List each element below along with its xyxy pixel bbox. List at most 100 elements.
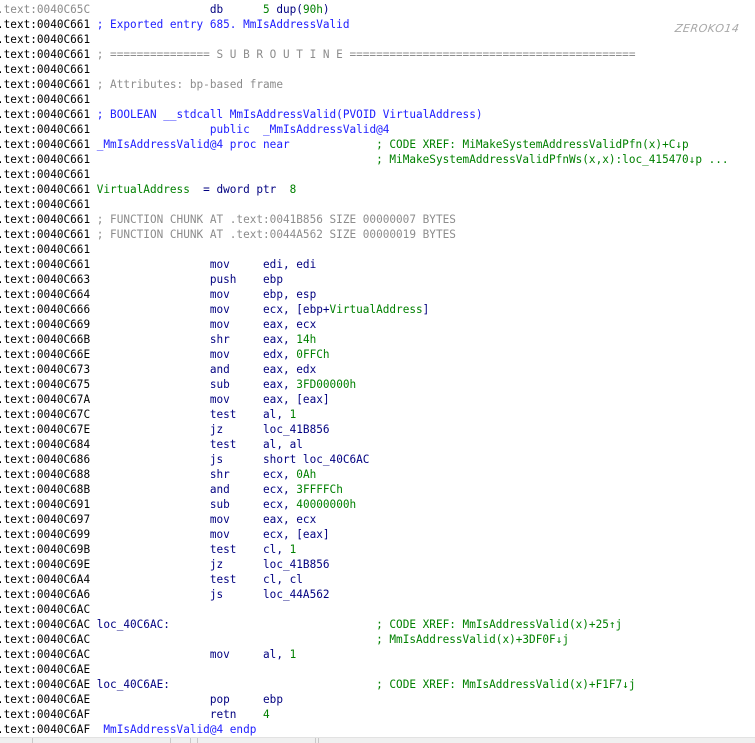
label[interactable]: VirtualAddress = dword ptr 8 (97, 182, 297, 197)
mnemonic[interactable]: js (210, 587, 223, 602)
operand[interactable]: ebp, esp (263, 287, 316, 302)
label-part[interactable]: ; FUNCTION CHUNK AT .text:0041B856 SIZE … (97, 213, 456, 226)
operand-part[interactable]: edi, edi (263, 258, 316, 271)
label-part[interactable]: ; =============== S U B R O U T I N E ==… (97, 48, 636, 61)
mnemonic[interactable]: test (210, 542, 237, 557)
label-part[interactable]: loc_40C6AC: (97, 618, 170, 631)
operand-part[interactable]: ecx, (263, 498, 296, 511)
operand-part[interactable]: short loc_40C6AC (263, 453, 369, 466)
operand-part[interactable]: _MmIsAddressValid@4 (263, 123, 389, 136)
operand[interactable]: ecx, 3FFFFCh (263, 482, 343, 497)
label-part[interactable]: ; BOOLEAN __stdcall MmIsAddressValid(PVO… (97, 108, 483, 121)
operand-part[interactable]: cl, (263, 543, 290, 556)
operand-part[interactable]: 0Ah (296, 468, 316, 481)
mnemonic[interactable]: mov (210, 347, 230, 362)
operand[interactable]: loc_41B856 (263, 557, 330, 572)
label-part[interactable]: _MmIsAddressValid@4 proc near (97, 138, 290, 151)
label[interactable]: ; FUNCTION CHUNK AT .text:0041B856 SIZE … (97, 212, 456, 227)
operand-part[interactable]: ecx, (263, 483, 296, 496)
mnemonic[interactable]: and (210, 482, 230, 497)
operand[interactable]: 4 (263, 707, 270, 722)
label-part[interactable]: ; Attributes: bp-based frame (97, 78, 283, 91)
operand-part[interactable]: dup( (270, 3, 303, 16)
operand-part[interactable]: 4 (263, 708, 270, 721)
operand[interactable]: ebp (263, 272, 283, 287)
operand[interactable]: 5 dup(90h) (263, 2, 330, 17)
label-part[interactable]: = dword ptr (190, 183, 290, 196)
operand[interactable]: _MmIsAddressValid@4 (263, 122, 389, 137)
mnemonic[interactable]: mov (210, 257, 230, 272)
operand[interactable]: loc_44A562 (263, 587, 330, 602)
mnemonic[interactable]: pop (210, 692, 230, 707)
operand[interactable]: edi, edi (263, 257, 316, 272)
operand-part[interactable]: eax, ecx (263, 318, 316, 331)
operand[interactable]: eax, ecx (263, 512, 316, 527)
operand-part[interactable]: cl, cl (263, 573, 303, 586)
operand-part[interactable]: 90h (303, 3, 323, 16)
operand-part[interactable]: 1 (290, 543, 297, 556)
operand[interactable]: al, al (263, 437, 303, 452)
label[interactable]: _MmIsAddressValid@4 proc near (97, 137, 290, 152)
operand-part[interactable]: eax, (263, 333, 296, 346)
mnemonic[interactable]: jz (210, 557, 223, 572)
mnemonic[interactable]: js (210, 452, 223, 467)
label-part[interactable]: MmIsAddressValid@4 endp (97, 723, 256, 736)
operand[interactable]: short loc_40C6AC (263, 452, 369, 467)
operand[interactable]: loc_41B856 (263, 422, 330, 437)
operand-part[interactable]: eax, edx (263, 363, 316, 376)
label-part[interactable]: ; FUNCTION CHUNK AT .text:0044A562 SIZE … (97, 228, 456, 241)
operand-part[interactable]: 1 (290, 648, 297, 661)
operand[interactable]: eax, 14h (263, 332, 316, 347)
mnemonic[interactable]: and (210, 362, 230, 377)
operand[interactable]: eax, ecx (263, 317, 316, 332)
mnemonic[interactable]: shr (210, 332, 230, 347)
operand-part[interactable]: eax, (263, 378, 296, 391)
mnemonic[interactable]: mov (210, 287, 230, 302)
label[interactable]: ; Exported entry 685. MmIsAddressValid (97, 17, 350, 32)
operand-part[interactable]: al, al (263, 438, 303, 451)
operand-part[interactable]: 3FFFFCh (296, 483, 343, 496)
operand-part[interactable]: ebp (263, 273, 283, 286)
operand-part[interactable]: ] (423, 303, 430, 316)
operand[interactable]: eax, edx (263, 362, 316, 377)
mnemonic[interactable]: test (210, 407, 237, 422)
operand[interactable]: ecx, 40000000h (263, 497, 356, 512)
operand[interactable]: eax, [eax] (263, 392, 330, 407)
operand-part[interactable]: ) (323, 3, 330, 16)
mnemonic[interactable]: mov (210, 392, 230, 407)
mnemonic[interactable]: shr (210, 467, 230, 482)
operand-part[interactable]: 3FD00000h (296, 378, 356, 391)
label[interactable]: loc_40C6AE: (97, 677, 170, 692)
operand[interactable]: al, 1 (263, 407, 296, 422)
label-part[interactable]: 8 (290, 183, 297, 196)
label[interactable]: ; =============== S U B R O U T I N E ==… (97, 47, 636, 62)
label[interactable]: ; Attributes: bp-based frame (97, 77, 283, 92)
operand[interactable]: eax, 3FD00000h (263, 377, 356, 392)
mnemonic[interactable]: test (210, 437, 237, 452)
label-part[interactable]: ; Exported entry 685. MmIsAddressValid (97, 18, 350, 31)
operand[interactable]: edx, 0FFCh (263, 347, 330, 362)
mnemonic[interactable]: retn (210, 707, 237, 722)
operand-part[interactable]: 5 (263, 3, 270, 16)
operand-part[interactable]: loc_44A562 (263, 588, 330, 601)
label[interactable]: loc_40C6AC: (97, 617, 170, 632)
label[interactable]: ; BOOLEAN __stdcall MmIsAddressValid(PVO… (97, 107, 483, 122)
mnemonic[interactable]: sub (210, 377, 230, 392)
mnemonic[interactable]: mov (210, 647, 230, 662)
mnemonic[interactable]: mov (210, 512, 230, 527)
label-part[interactable]: loc_40C6AE: (97, 678, 170, 691)
operand-part[interactable]: VirtualAddress (330, 303, 423, 316)
operand[interactable]: al, 1 (263, 647, 296, 662)
operand-part[interactable]: al, (263, 408, 290, 421)
mnemonic[interactable]: test (210, 572, 237, 587)
operand-part[interactable]: ecx, [eax] (263, 528, 330, 541)
operand[interactable]: ecx, [ebp+VirtualAddress] (263, 302, 429, 317)
mnemonic[interactable]: mov (210, 317, 230, 332)
operand[interactable]: cl, 1 (263, 542, 296, 557)
label[interactable]: ; FUNCTION CHUNK AT .text:0044A562 SIZE … (97, 227, 456, 242)
operand[interactable]: ecx, [eax] (263, 527, 330, 542)
mnemonic[interactable]: mov (210, 527, 230, 542)
operand-part[interactable]: edx, (263, 348, 296, 361)
mnemonic[interactable]: sub (210, 497, 230, 512)
operand-part[interactable]: al, (263, 648, 290, 661)
